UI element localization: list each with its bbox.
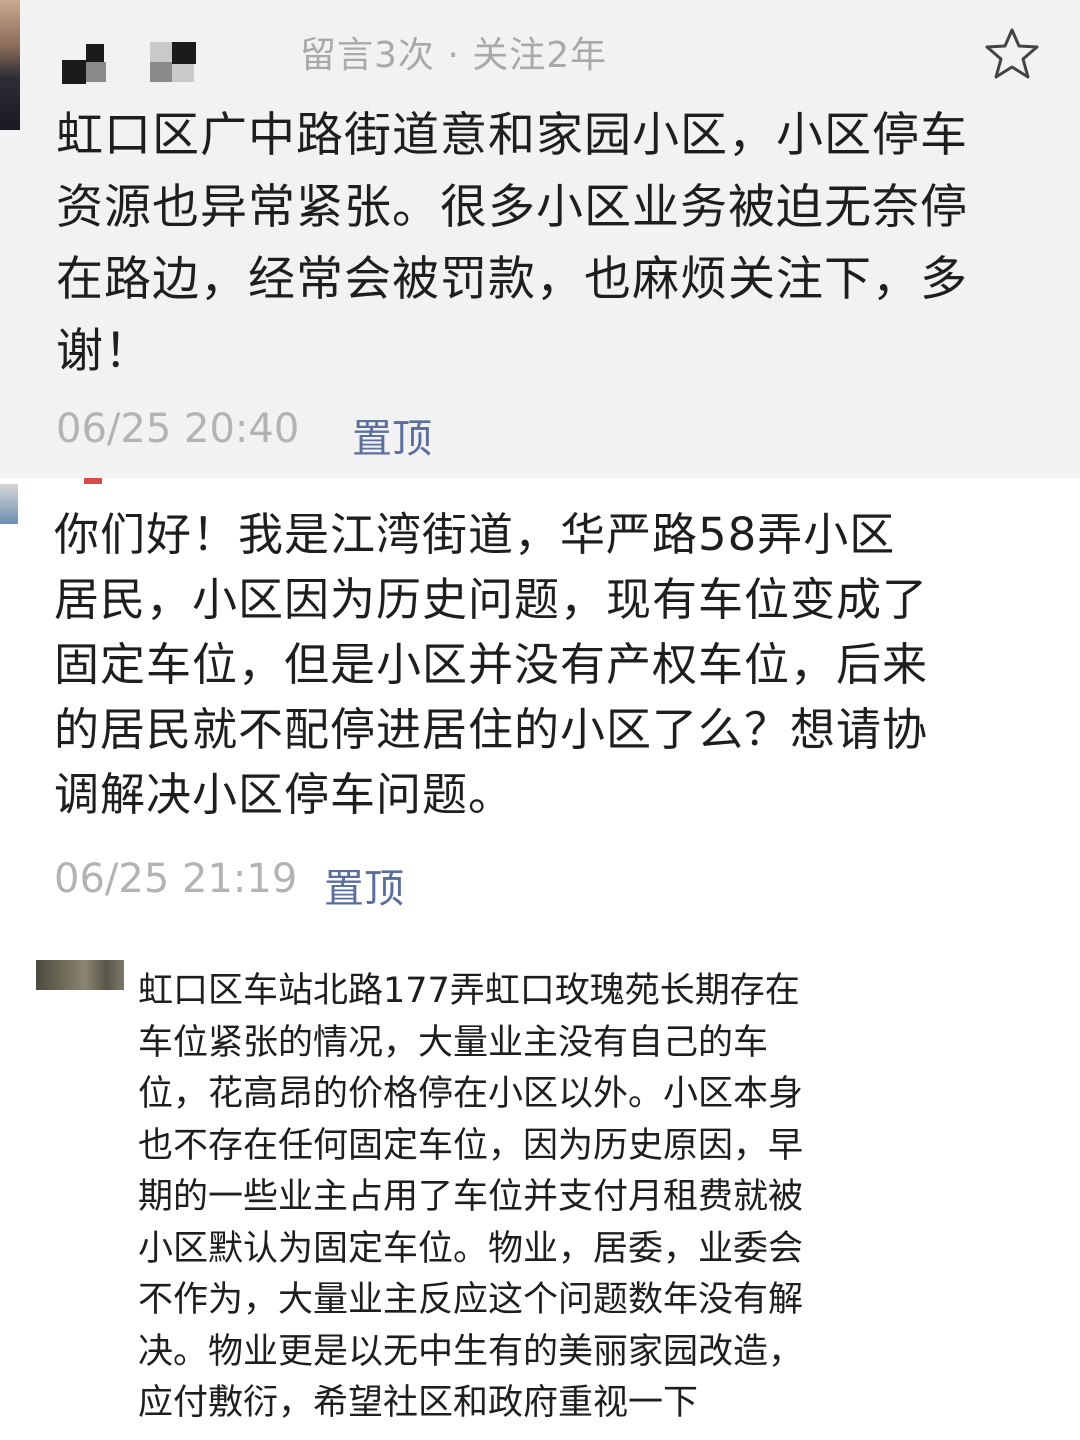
comment-text: 你们好！我是江湾街道，华严路58弄小区 居民，小区因为历史问题，现有车位变成了 … [54,508,929,821]
avatar[interactable] [0,484,18,524]
comment-text: 虹口区广中路街道意和家园小区，小区停车 资源也异常紧张。很多小区业务被迫无奈停 … [56,108,968,379]
comment-text: 虹口区车站北路177弄虹口玫瑰苑长期存在 车位紧张的情况，大量业主没有自己的车 … [138,971,804,1423]
comment-meta: 留言3次 · 关注2年 [300,35,608,76]
pin-button[interactable]: 置顶 [324,856,404,914]
comment-time: 06/25 20:40 [56,406,300,452]
comment-time: 06/25 21:19 [54,856,298,902]
star-outline-icon[interactable] [982,26,1042,82]
username-mosaic [84,478,102,484]
avatar[interactable] [0,0,20,130]
pin-button[interactable]: 置顶 [352,406,432,464]
comment-card-1: 留言3次 · 关注2年 虹口区广中路街道意和家园小区，小区停车 资源也异常紧张。… [0,0,1080,478]
avatar[interactable] [36,960,124,990]
